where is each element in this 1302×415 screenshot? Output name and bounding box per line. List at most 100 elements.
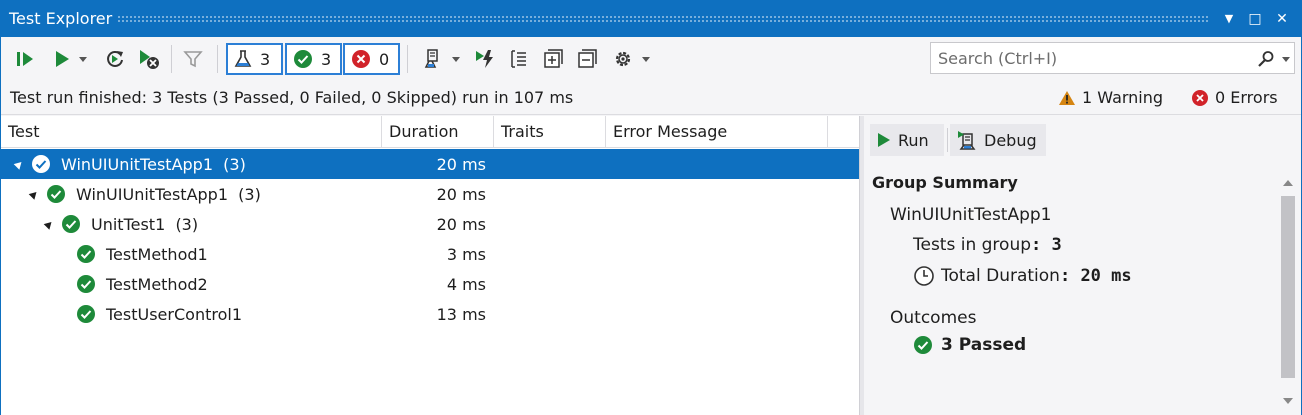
settings-dropdown-icon[interactable] <box>642 56 650 62</box>
test-list-pane: Test Duration Traits Error Message WinUI… <box>1 116 859 415</box>
group-by-button[interactable] <box>505 45 533 73</box>
total-duration-label: Total Duration <box>941 266 1060 286</box>
cancel-run-button[interactable] <box>135 45 163 73</box>
run-dropdown-icon[interactable] <box>79 56 87 62</box>
title-bar-grip <box>117 15 1209 22</box>
passed-icon <box>47 185 65 203</box>
title-bar[interactable]: Test Explorer ▼ □ ✕ <box>1 1 1301 37</box>
tree-row-label: TestMethod1 <box>106 245 208 264</box>
column-header-traits[interactable]: Traits <box>494 116 606 148</box>
run-after-build-icon <box>476 50 493 68</box>
column-header-row: Test Duration Traits Error Message <box>1 116 859 148</box>
outcomes-heading: Outcomes <box>890 308 977 328</box>
scroll-up-icon[interactable] <box>1283 180 1293 186</box>
tree-row-test[interactable]: TestMethod2 4 ms <box>1 269 859 299</box>
column-header-test[interactable]: Test <box>1 116 382 148</box>
tree-row-duration: 3 ms <box>446 245 486 264</box>
passed-icon <box>77 305 95 323</box>
group-by-icon <box>511 50 526 68</box>
total-duration: Total Duration: 20 ms <box>913 265 1132 287</box>
search-options-dropdown-icon[interactable] <box>1282 57 1290 62</box>
run-after-build-button[interactable] <box>471 45 499 73</box>
total-tests-count: 3 <box>260 49 271 69</box>
window-title: Test Explorer <box>9 9 113 28</box>
expand-all-button[interactable] <box>539 45 567 73</box>
filter-icon <box>183 51 203 68</box>
search-box[interactable]: Search (Ctrl+I) <box>930 42 1295 74</box>
collapse-all-button[interactable] <box>573 45 601 73</box>
group-name: WinUIUnitTestApp1 <box>890 205 1052 225</box>
toolbar-separator <box>171 45 172 73</box>
tests-in-group-label: Tests in group <box>913 235 1032 255</box>
error-icon <box>1192 89 1208 106</box>
toolbar-separator <box>407 45 408 73</box>
passed-icon <box>62 215 80 233</box>
run-button[interactable] <box>47 45 93 73</box>
tree-row-label: TestMethod2 <box>106 275 208 294</box>
expand-all-icon <box>544 49 563 68</box>
search-icon[interactable] <box>1257 50 1275 68</box>
tree-row-test[interactable]: TestUserControl1 13 ms <box>1 299 859 329</box>
test-details-pane: Run Debug Group Summary WinUIUnitTestApp… <box>864 116 1301 415</box>
tree-row-namespace[interactable]: WinUIUnitTestApp1 (3) 20 ms <box>1 179 859 209</box>
tree-row-label: WinUIUnitTestApp1 (3) <box>76 185 261 204</box>
run-summary-text: Test run finished: 3 Tests (3 Passed, 0 … <box>10 88 574 107</box>
details-run-button[interactable]: Run <box>870 124 944 156</box>
run-all-button[interactable] <box>11 45 39 73</box>
outcome-passed-text: 3 Passed <box>941 335 1027 355</box>
details-debug-button[interactable]: Debug <box>950 124 1046 156</box>
outcome-passed[interactable]: 3 Passed <box>913 335 1026 355</box>
passed-icon <box>77 245 95 263</box>
expand-collapse-icon[interactable] <box>43 219 55 230</box>
playlist-icon <box>424 49 438 68</box>
warnings-link[interactable]: 1 Warning <box>1058 88 1163 107</box>
collapse-all-icon <box>578 49 597 68</box>
tests-in-group-value: 3 <box>1051 235 1062 255</box>
group-summary-heading: Group Summary <box>872 173 1018 192</box>
total-tests-filter-button[interactable]: 3 <box>226 43 283 75</box>
total-duration-value: 20 ms <box>1080 266 1132 286</box>
tree-row-class[interactable]: UnitTest1 (3) 20 ms <box>1 209 859 239</box>
scroll-down-icon[interactable] <box>1283 398 1293 404</box>
details-scrollbar[interactable] <box>1278 174 1298 410</box>
tree-row-test[interactable]: TestMethod1 3 ms <box>1 239 859 269</box>
search-input[interactable]: Search (Ctrl+I) <box>938 49 1057 68</box>
errors-link[interactable]: 0 Errors <box>1191 88 1278 107</box>
expand-collapse-icon[interactable] <box>13 159 25 170</box>
warning-icon <box>1059 90 1075 105</box>
tree-row-duration: 20 ms <box>436 215 486 234</box>
passed-tests-filter-button[interactable]: 3 <box>285 43 342 75</box>
maximize-button[interactable]: □ <box>1245 9 1265 29</box>
status-bar: Test run finished: 3 Tests (3 Passed, 0 … <box>1 81 1301 115</box>
tree-row-label: TestUserControl1 <box>106 305 242 324</box>
flask-icon <box>234 50 252 67</box>
cancel-run-icon <box>140 50 159 69</box>
gear-icon <box>615 51 631 67</box>
toolbar-separator <box>217 45 218 73</box>
scroll-thumb[interactable] <box>1281 196 1295 378</box>
passed-icon <box>32 155 50 173</box>
column-header-duration[interactable]: Duration <box>382 116 494 148</box>
expand-collapse-icon[interactable] <box>28 189 40 200</box>
close-button[interactable]: ✕ <box>1272 9 1292 29</box>
play-icon <box>878 133 890 147</box>
passed-tests-count: 3 <box>321 49 332 69</box>
details-run-label: Run <box>898 130 929 150</box>
failed-tests-count: 0 <box>379 49 390 69</box>
passed-icon <box>77 275 95 293</box>
repeat-last-run-button[interactable] <box>101 45 129 73</box>
details-separator <box>947 128 948 152</box>
errors-count: 0 Errors <box>1215 88 1278 107</box>
playlist-button[interactable] <box>417 45 465 73</box>
window-menu-button[interactable]: ▼ <box>1219 9 1239 29</box>
warnings-count: 1 Warning <box>1082 88 1164 107</box>
failed-tests-filter-button[interactable]: 0 <box>343 43 400 75</box>
passed-icon <box>294 50 312 68</box>
passed-icon <box>914 336 932 354</box>
playlist-dropdown-icon[interactable] <box>452 56 460 62</box>
play-icon <box>56 51 69 67</box>
column-header-error-message[interactable]: Error Message <box>606 116 828 148</box>
settings-button[interactable] <box>607 45 655 73</box>
filter-button[interactable] <box>179 45 207 73</box>
tree-row-project[interactable]: WinUIUnitTestApp1 (3) 20 ms <box>1 149 859 179</box>
